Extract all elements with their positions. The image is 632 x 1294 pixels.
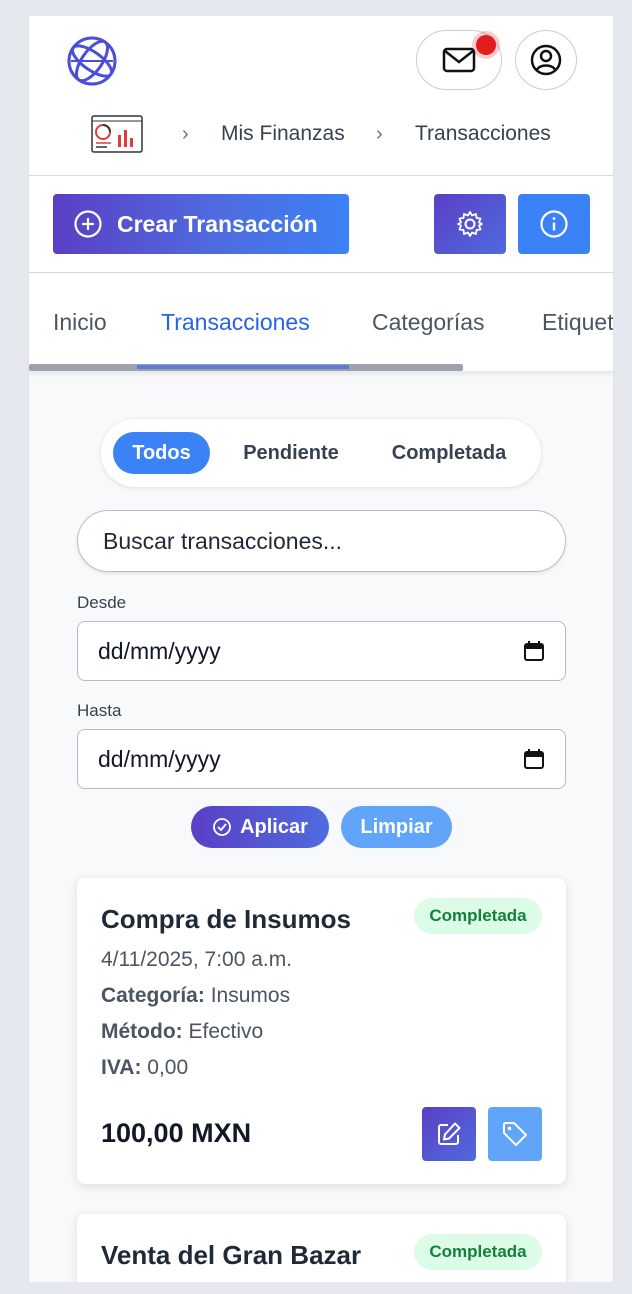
status-filter: Todos Pendiente Completada — [101, 419, 541, 487]
transaction-date: 4/11/2025, 7:00 a.m. — [101, 948, 293, 971]
check-circle-icon — [213, 818, 231, 836]
gear-icon — [457, 211, 483, 237]
search-input[interactable] — [77, 510, 566, 572]
breadcrumb-separator: › — [376, 123, 383, 145]
transaction-card: Compra de Insumos Completada 4/11/2025, … — [77, 878, 566, 1184]
notification-dot — [476, 35, 496, 55]
transaction-card: Venta del Gran Bazar Completada — [77, 1214, 566, 1282]
active-tab-indicator — [137, 365, 349, 369]
apply-button[interactable]: Aplicar — [191, 806, 329, 848]
create-transaction-label: Crear Transacción — [117, 210, 318, 237]
filter-completada[interactable]: Completada — [373, 432, 525, 474]
method-value: Efectivo — [188, 1020, 264, 1043]
create-transaction-button[interactable]: Crear Transacción — [53, 194, 349, 254]
edit-icon — [438, 1122, 461, 1145]
tax-label: IVA: — [101, 1056, 142, 1079]
category-value: Insumos — [210, 984, 291, 1007]
app-frame: › Mis Finanzas › Transacciones Crear Tra… — [28, 16, 614, 1282]
info-icon — [540, 210, 568, 238]
filter-pendiente[interactable]: Pendiente — [226, 432, 356, 474]
settings-button[interactable] — [434, 194, 506, 254]
transaction-category: Categoría: Insumos — [101, 984, 290, 1008]
transaction-amount: 100,00 MXN — [101, 1118, 252, 1148]
tab-bar: Inicio Transacciones Categorías Etiqueta… — [29, 273, 613, 371]
transaction-tax: IVA: 0,00 — [101, 1056, 188, 1080]
filter-todos[interactable]: Todos — [113, 432, 210, 474]
tab-categorias[interactable]: Categorías — [372, 309, 485, 336]
info-button[interactable] — [518, 194, 590, 254]
breadcrumb-transacciones: Transacciones — [415, 122, 551, 145]
tab-inicio[interactable]: Inicio — [53, 309, 107, 336]
calendar-icon — [524, 641, 544, 661]
breadcrumb-mis-finanzas[interactable]: Mis Finanzas — [221, 122, 345, 146]
breadcrumb-separator: › — [182, 123, 189, 145]
calendar-icon — [524, 749, 544, 769]
from-date-field[interactable]: dd/mm/yyyy — [77, 621, 566, 681]
apply-label: Aplicar — [240, 815, 308, 838]
profile-button[interactable] — [515, 30, 577, 90]
to-date-field[interactable]: dd/mm/yyyy — [77, 729, 566, 789]
tag-icon — [503, 1122, 527, 1146]
finance-dashboard-icon[interactable] — [91, 115, 143, 153]
clear-label: Limpiar — [360, 815, 433, 838]
tab-etiquetas[interactable]: Etiquetas — [542, 309, 613, 336]
to-date-value: dd/mm/yyyy — [98, 745, 221, 772]
transaction-method: Método: Efectivo — [101, 1020, 263, 1044]
tag-button[interactable] — [488, 1107, 542, 1161]
status-badge: Completada — [414, 1234, 542, 1270]
from-date-value: dd/mm/yyyy — [98, 637, 221, 664]
envelope-icon — [442, 47, 476, 73]
method-label: Método: — [101, 1020, 183, 1043]
globe-icon[interactable] — [65, 34, 119, 88]
category-label: Categoría: — [101, 984, 205, 1007]
user-circle-icon — [530, 44, 562, 76]
transaction-title: Venta del Gran Bazar — [101, 1240, 362, 1270]
plus-circle-icon — [74, 210, 102, 238]
action-bar: Crear Transacción — [29, 176, 613, 273]
tax-value: 0,00 — [147, 1056, 189, 1079]
tab-transacciones[interactable]: Transacciones — [161, 309, 310, 336]
from-label: Desde — [77, 593, 127, 612]
clear-button[interactable]: Limpiar — [341, 806, 452, 848]
top-bar: › Mis Finanzas › Transacciones — [29, 16, 613, 176]
to-label: Hasta — [77, 701, 122, 720]
status-badge: Completada — [414, 898, 542, 934]
edit-button[interactable] — [422, 1107, 476, 1161]
transaction-title: Compra de Insumos — [101, 904, 351, 934]
